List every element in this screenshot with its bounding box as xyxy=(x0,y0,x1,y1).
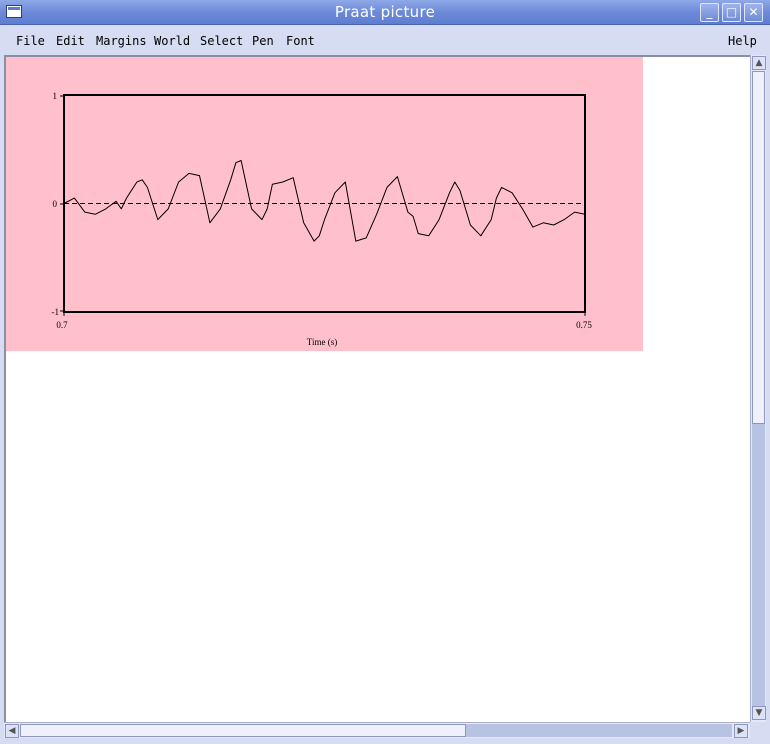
title-bar: Praat picture _ □ ✕ xyxy=(0,0,770,25)
menu-margins[interactable]: Margins xyxy=(96,34,147,48)
vertical-scroll-thumb[interactable] xyxy=(752,71,765,424)
waveform-series-0 xyxy=(63,160,586,242)
y-tick-label-zero: 0 xyxy=(53,199,58,209)
maximize-icon[interactable]: □ xyxy=(722,3,741,22)
x-axis-label: Time (s) xyxy=(307,337,337,347)
picture-canvas[interactable]: 1 0 -1 0.7 0.75 Time (s) xyxy=(4,55,750,722)
waveform-chart: 1 0 -1 0.7 0.75 Time (s) xyxy=(52,91,593,347)
menu-edit[interactable]: Edit xyxy=(56,34,85,48)
horizontal-scrollbar[interactable]: ◀ ▶ xyxy=(4,722,750,738)
close-icon[interactable]: ✕ xyxy=(744,3,763,22)
y-tick-label-max: 1 xyxy=(53,91,58,101)
menu-pen[interactable]: Pen xyxy=(252,34,274,48)
scroll-up-icon[interactable]: ▲ xyxy=(752,56,766,70)
window-title: Praat picture xyxy=(334,3,436,21)
menu-font[interactable]: Font xyxy=(286,34,315,48)
vertical-scroll-track[interactable] xyxy=(752,424,765,706)
menu-bar: File Edit Margins World Select Pen Font … xyxy=(0,25,770,55)
menu-world[interactable]: World xyxy=(154,34,190,48)
scroll-right-icon[interactable]: ▶ xyxy=(734,724,748,738)
horizontal-scroll-track[interactable] xyxy=(466,724,732,737)
horizontal-scroll-thumb[interactable] xyxy=(20,724,466,737)
menu-file[interactable]: File xyxy=(16,34,45,48)
minimize-icon[interactable]: _ xyxy=(700,3,719,22)
menu-select[interactable]: Select xyxy=(200,34,243,48)
scroll-left-icon[interactable]: ◀ xyxy=(5,724,19,738)
scroll-down-icon[interactable]: ▼ xyxy=(752,706,766,720)
scrollbar-corner xyxy=(750,722,766,738)
menu-help[interactable]: Help xyxy=(728,34,757,48)
vertical-scrollbar[interactable]: ▲ ▼ xyxy=(750,55,766,722)
x-tick-label-end: 0.75 xyxy=(576,320,592,330)
x-tick-label-start: 0.7 xyxy=(56,320,68,330)
y-tick-label-min: -1 xyxy=(52,307,60,317)
